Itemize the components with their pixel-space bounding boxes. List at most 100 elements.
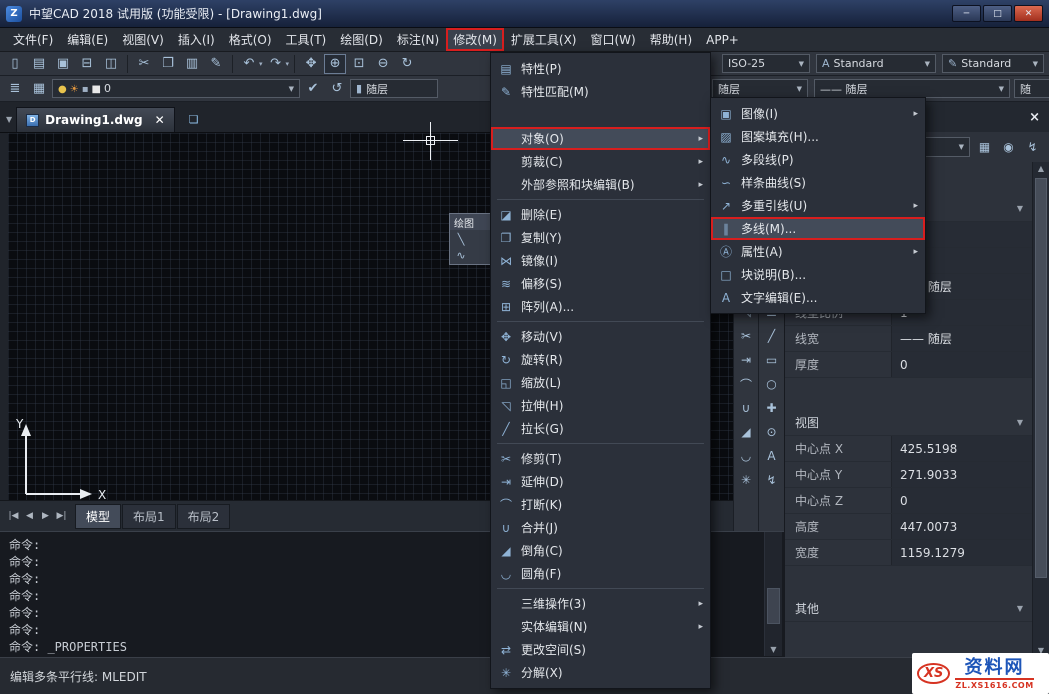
match-properties-icon[interactable]: ✎	[205, 54, 227, 74]
zoom-previous-icon[interactable]: ⊖	[372, 54, 394, 74]
trim-icon[interactable]: ✂	[736, 326, 756, 346]
object-submenu-item-2[interactable]: ∿多段线(P)	[711, 148, 925, 171]
property-value[interactable]: —— 随层	[891, 326, 1032, 351]
panel-section-header[interactable]: 视图▼	[785, 410, 1032, 436]
zoom-realtime-icon[interactable]: ⊕	[324, 54, 346, 74]
property-value[interactable]: 0	[891, 352, 1032, 377]
menubar-item-modify[interactable]: 修改(M)	[446, 28, 504, 51]
modify-menu-item-23[interactable]: ◢倒角(C)	[491, 539, 710, 562]
save-icon[interactable]: ▣	[52, 54, 74, 74]
boundary-icon[interactable]: ○	[762, 374, 782, 394]
panel-section-header[interactable]: 其他▼	[785, 596, 1032, 622]
modify-menu-item-16[interactable]: ◹拉伸(H)	[491, 394, 710, 417]
chamfer-icon[interactable]: ◢	[736, 422, 756, 442]
modify-menu-item-10[interactable]: ≋偏移(S)	[491, 272, 710, 295]
undo-dropdown-icon[interactable]: ▾	[259, 60, 263, 68]
collapse-arrow-icon[interactable]: ▼	[1017, 418, 1023, 427]
text-icon[interactable]: A	[762, 446, 782, 466]
explode-icon[interactable]: ✳	[736, 470, 756, 490]
layer-combo[interactable]: ●☀▪■ 0 ▼	[52, 79, 300, 98]
menubar-item-dimension[interactable]: 标注(N)	[390, 28, 446, 51]
modify-menu-item-28[interactable]: ⇄更改空间(S)	[491, 638, 710, 661]
table-style-combo[interactable]: ✎ Standard ▼	[942, 54, 1044, 73]
plot-icon[interactable]: ⊟	[76, 54, 98, 74]
property-value[interactable]: 0	[891, 488, 1032, 513]
scroll-up-icon[interactable]: ▲	[1033, 164, 1049, 173]
panel-close-icon[interactable]: ×	[1029, 110, 1040, 125]
menubar-item-app[interactable]: APP+	[699, 28, 746, 51]
next-layout-icon[interactable]: ▶	[38, 511, 53, 521]
menubar-item-view[interactable]: 视图(V)	[115, 28, 171, 51]
object-submenu-item-5[interactable]: ∥多线(M)...	[711, 217, 925, 240]
modify-menu-item-24[interactable]: ◡圆角(F)	[491, 562, 710, 585]
linetype-combo[interactable]: 随层 ▼	[712, 79, 808, 98]
modify-menu-item-17[interactable]: ╱拉长(G)	[491, 417, 710, 440]
object-submenu-item-6[interactable]: Ⓐ属性(A)▸	[711, 240, 925, 263]
scrollbar-thumb[interactable]	[767, 588, 780, 624]
new-file-icon[interactable]: ▯	[4, 54, 26, 74]
new-drawing-icon[interactable]: ❏	[189, 113, 199, 126]
draw-palette-title[interactable]: 绘图	[450, 214, 490, 230]
open-file-icon[interactable]: ▤	[28, 54, 50, 74]
text-style-combo[interactable]: A Standard ▼	[816, 54, 936, 73]
modify-menu-item-14[interactable]: ↻旋转(R)	[491, 348, 710, 371]
menubar-item-tools[interactable]: 工具(T)	[279, 28, 334, 51]
modify-menu-item-26[interactable]: 三维操作(3)▸	[491, 592, 710, 615]
document-close-icon[interactable]: ✕	[155, 113, 165, 127]
menubar-item-draw[interactable]: 绘图(D)	[333, 28, 390, 51]
modify-menu-item-5[interactable]: 外部参照和块编辑(B)▸	[491, 173, 710, 196]
modify-menu-item-9[interactable]: ⋈镜像(I)	[491, 249, 710, 272]
layout-tab-2[interactable]: 布局2	[177, 504, 231, 529]
minimize-button[interactable]: ─	[952, 5, 981, 22]
dim-style-combo[interactable]: ISO-25 ▼	[722, 54, 810, 73]
menubar-item-express[interactable]: 扩展工具(X)	[504, 28, 584, 51]
modify-menu-item-3[interactable]: 对象(O)▸	[491, 127, 710, 150]
modify-menu-item-20[interactable]: ⇥延伸(D)	[491, 470, 710, 493]
command-scrollbar[interactable]: ▼	[764, 532, 782, 656]
document-tab[interactable]: D Drawing1.dwg ✕	[16, 107, 175, 132]
close-button[interactable]: ✕	[1014, 5, 1043, 22]
break-icon[interactable]: ⌒	[736, 374, 756, 394]
region-icon[interactable]: ▭	[762, 350, 782, 370]
property-value[interactable]: 271.9033	[891, 462, 1032, 487]
polyline-icon[interactable]: ∿	[453, 248, 469, 263]
modify-menu-item-15[interactable]: ◱缩放(L)	[491, 371, 710, 394]
modify-menu-item-29[interactable]: ✳分解(X)	[491, 661, 710, 684]
regen-icon[interactable]: ↻	[396, 54, 418, 74]
toggle-pickadd-icon[interactable]: ↯	[1022, 137, 1043, 157]
plot-preview-icon[interactable]: ◫	[100, 54, 122, 74]
point-icon[interactable]: ⊙	[762, 422, 782, 442]
modify-menu-item-27[interactable]: 实体编辑(N)▸	[491, 615, 710, 638]
color-combo[interactable]: ▮ 随层	[350, 79, 438, 98]
update-icon[interactable]: ↯	[762, 470, 782, 490]
scroll-down-icon[interactable]: ▼	[765, 645, 782, 654]
menubar-item-format[interactable]: 格式(O)	[222, 28, 279, 51]
modify-menu-item-8[interactable]: ❐复制(Y)	[491, 226, 710, 249]
menubar-item-edit[interactable]: 编辑(E)	[60, 28, 115, 51]
extend-icon[interactable]: ⇥	[736, 350, 756, 370]
object-submenu-item-0[interactable]: ▣图像(I)▸	[711, 102, 925, 125]
modify-menu-item-21[interactable]: ⌒打断(K)	[491, 493, 710, 516]
property-value[interactable]: 1159.1279	[891, 540, 1032, 565]
modify-menu-item-13[interactable]: ✥移动(V)	[491, 325, 710, 348]
menubar-item-help[interactable]: 帮助(H)	[643, 28, 699, 51]
modify-menu-item-0[interactable]: ▤特性(P)	[491, 57, 710, 80]
object-submenu-item-7[interactable]: □块说明(B)...	[711, 263, 925, 286]
modify-menu-item-19[interactable]: ✂修剪(T)	[491, 447, 710, 470]
property-value[interactable]: 447.0073	[891, 514, 1032, 539]
zoom-window-icon[interactable]: ⊡	[348, 54, 370, 74]
object-submenu-item-8[interactable]: A文字编辑(E)...	[711, 286, 925, 309]
property-value[interactable]: 425.5198	[891, 436, 1032, 461]
quick-select-icon[interactable]: ▦	[974, 137, 995, 157]
copy-icon[interactable]: ❐	[157, 54, 179, 74]
redo-icon[interactable]: ↷	[265, 54, 287, 74]
first-layout-icon[interactable]: |◀	[6, 511, 21, 521]
pan-icon[interactable]: ✥	[300, 54, 322, 74]
object-submenu-item-3[interactable]: ∽样条曲线(S)	[711, 171, 925, 194]
properties-scrollbar[interactable]: ▲ ▼	[1032, 162, 1049, 657]
paste-icon[interactable]: ▥	[181, 54, 203, 74]
measure-icon[interactable]: ╱	[762, 326, 782, 346]
modify-menu-item-7[interactable]: ◪删除(E)	[491, 203, 710, 226]
tab-scroll-icon[interactable]: ▼	[6, 115, 12, 124]
lineweight-combo[interactable]: —— 随层 ▼	[814, 79, 1010, 98]
